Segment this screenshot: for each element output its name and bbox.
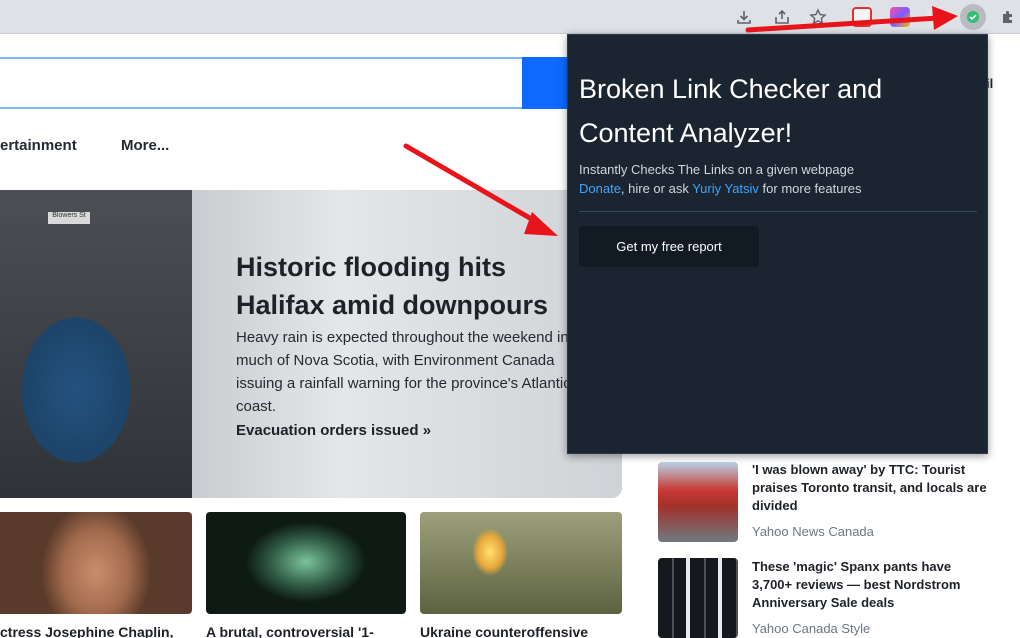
popup-credits-text: , hire or ask [620, 181, 693, 196]
star-icon[interactable] [806, 5, 830, 29]
story-source: Yahoo News Canada [752, 524, 874, 539]
share-icon[interactable] [770, 5, 794, 29]
card-caption[interactable]: A brutal, controversial '1- [206, 624, 374, 638]
hero-link[interactable]: Evacuation orders issued » [236, 422, 431, 439]
download-icon[interactable] [732, 5, 756, 29]
get-report-button[interactable]: Get my free report [579, 226, 759, 267]
story-thumbnail[interactable] [658, 462, 738, 542]
broken-link-checker-icon[interactable] [960, 4, 986, 30]
hero-title[interactable]: Historic flooding hits Halifax amid down… [236, 248, 596, 324]
extension-red-icon[interactable] [852, 7, 872, 27]
hero-story[interactable]: Blowers St Historic flooding hits Halifa… [0, 190, 622, 498]
card-image-ukraine[interactable] [420, 512, 622, 614]
hero-description: Heavy rain is expected throughout the we… [236, 329, 571, 415]
donate-link[interactable]: Donate [579, 181, 621, 196]
extension-popup: Broken Link Checker and Content Analyzer… [567, 34, 988, 454]
nav-item-more[interactable]: More... [121, 137, 169, 154]
card-caption[interactable]: ctress Josephine Chaplin, [0, 624, 174, 638]
card-caption[interactable]: Ukraine counteroffensive [420, 624, 588, 638]
divider [579, 211, 977, 212]
story-title[interactable]: 'I was blown away' by TTC: Tourist prais… [752, 461, 987, 515]
card-image-fight[interactable] [206, 512, 406, 614]
search-input[interactable] [0, 57, 526, 109]
story-thumbnail[interactable] [658, 558, 738, 638]
card-image-chaplin[interactable] [0, 512, 192, 614]
search-button[interactable] [522, 57, 570, 109]
story-title[interactable]: These 'magic' Spanx pants have 3,700+ re… [752, 558, 987, 612]
hero-image: Blowers St [0, 190, 192, 498]
puzzle-icon[interactable] [996, 5, 1020, 29]
popup-subtitle: Instantly Checks The Links on a given we… [579, 162, 855, 177]
nav-item-entertainment[interactable]: ertainment [0, 137, 77, 154]
browser-toolbar [0, 0, 1020, 34]
popup-title: Broken Link Checker and Content Analyzer… [579, 74, 883, 148]
author-link[interactable]: Yuriy Yatsiv [692, 181, 759, 196]
street-sign: Blowers St [48, 212, 90, 224]
popup-credits-end: for more features [758, 181, 862, 196]
story-source: Yahoo Canada Style [752, 621, 871, 636]
popup-credits: Donate, hire or ask Yuriy Yatsiv for mor… [579, 181, 862, 196]
extension-colorful-icon[interactable] [890, 7, 910, 27]
extension-gray-icon[interactable] [926, 7, 946, 27]
